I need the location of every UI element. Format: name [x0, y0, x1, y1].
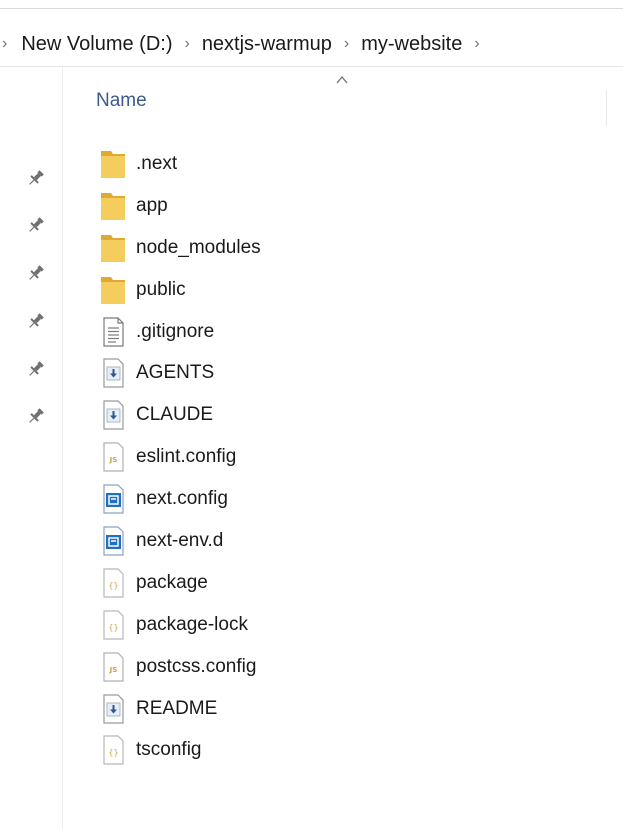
- sort-ascending-icon: [336, 75, 348, 84]
- pin-icon[interactable]: [24, 261, 48, 285]
- file-name: package-lock: [136, 613, 248, 635]
- file-name: .next: [136, 152, 178, 174]
- svg-text:{}: {}: [108, 581, 118, 590]
- file-name: package: [136, 571, 208, 593]
- file-name: postcss.config: [136, 655, 257, 677]
- file-name: CLAUDE: [136, 404, 214, 426]
- breadcrumb-item-drive[interactable]: New Volume (D:): [21, 33, 172, 56]
- folder-icon: [100, 232, 126, 264]
- file-name: tsconfig: [136, 739, 202, 761]
- column-resize-handle[interactable]: [606, 90, 607, 126]
- json-file-icon: {}: [100, 609, 126, 641]
- json-file-icon: {}: [100, 567, 126, 599]
- markdown-file-icon: [100, 399, 126, 431]
- file-row[interactable]: README: [100, 688, 261, 730]
- text-file-icon: [100, 316, 126, 348]
- breadcrumb[interactable]: › New Volume (D:) › nextjs-warmup › my-w…: [0, 22, 623, 66]
- pin-icon[interactable]: [24, 166, 48, 190]
- file-name: public: [136, 278, 186, 300]
- js-file-icon: JS: [100, 651, 126, 683]
- pin-icon[interactable]: [24, 357, 48, 381]
- nav-pane-divider[interactable]: [62, 67, 63, 829]
- name-column-header[interactable]: Name: [96, 90, 147, 112]
- json-file-icon: {}: [100, 734, 126, 766]
- file-row[interactable]: {} tsconfig: [100, 729, 261, 771]
- file-row[interactable]: AGENTS: [100, 352, 261, 394]
- folder-icon: [100, 274, 126, 306]
- chevron-right-icon[interactable]: ›: [344, 35, 349, 53]
- pin-icon[interactable]: [24, 309, 48, 333]
- file-row[interactable]: node_modules: [100, 227, 261, 269]
- markdown-file-icon: [100, 693, 126, 725]
- file-name: AGENTS: [136, 362, 215, 384]
- pin-icon[interactable]: [24, 404, 48, 428]
- svg-text:{}: {}: [108, 623, 118, 632]
- top-divider: [0, 8, 623, 9]
- chevron-right-icon[interactable]: ›: [184, 35, 189, 53]
- file-name: node_modules: [136, 236, 261, 258]
- svg-text:JS: JS: [109, 456, 118, 464]
- js-file-icon: JS: [100, 441, 126, 473]
- address-divider: [0, 66, 623, 67]
- pin-icon[interactable]: [24, 213, 48, 237]
- svg-text:{}: {}: [108, 748, 118, 757]
- file-name: .gitignore: [136, 320, 215, 342]
- breadcrumb-item-folder[interactable]: my-website: [361, 33, 462, 56]
- ts-file-icon: [100, 525, 126, 557]
- file-name: eslint.config: [136, 446, 237, 468]
- breadcrumb-item-project[interactable]: nextjs-warmup: [202, 33, 332, 56]
- file-row[interactable]: JS postcss.config: [100, 646, 261, 688]
- chevron-right-icon[interactable]: ›: [2, 35, 7, 53]
- file-name: next-env.d: [136, 529, 224, 551]
- file-name: next.config: [136, 488, 228, 510]
- file-row[interactable]: next-env.d: [100, 520, 261, 562]
- file-row[interactable]: CLAUDE: [100, 394, 261, 436]
- folder-icon: [100, 148, 126, 180]
- file-list: .next app node_modulespublic .gitignore AGEN…: [100, 143, 261, 771]
- file-row[interactable]: {} package: [100, 562, 261, 604]
- file-row[interactable]: next.config: [100, 478, 261, 520]
- file-row[interactable]: .gitignore: [100, 311, 261, 353]
- file-row[interactable]: {} package-lock: [100, 604, 261, 646]
- file-name: README: [136, 697, 218, 719]
- chevron-right-icon[interactable]: ›: [474, 35, 479, 53]
- file-row[interactable]: JS eslint.config: [100, 436, 261, 478]
- file-row[interactable]: app: [100, 185, 261, 227]
- markdown-file-icon: [100, 357, 126, 389]
- file-row[interactable]: public: [100, 269, 261, 311]
- file-name: app: [136, 194, 168, 216]
- ts-file-icon: [100, 483, 126, 515]
- folder-icon: [100, 190, 126, 222]
- file-row[interactable]: .next: [100, 143, 261, 185]
- svg-text:JS: JS: [109, 666, 118, 674]
